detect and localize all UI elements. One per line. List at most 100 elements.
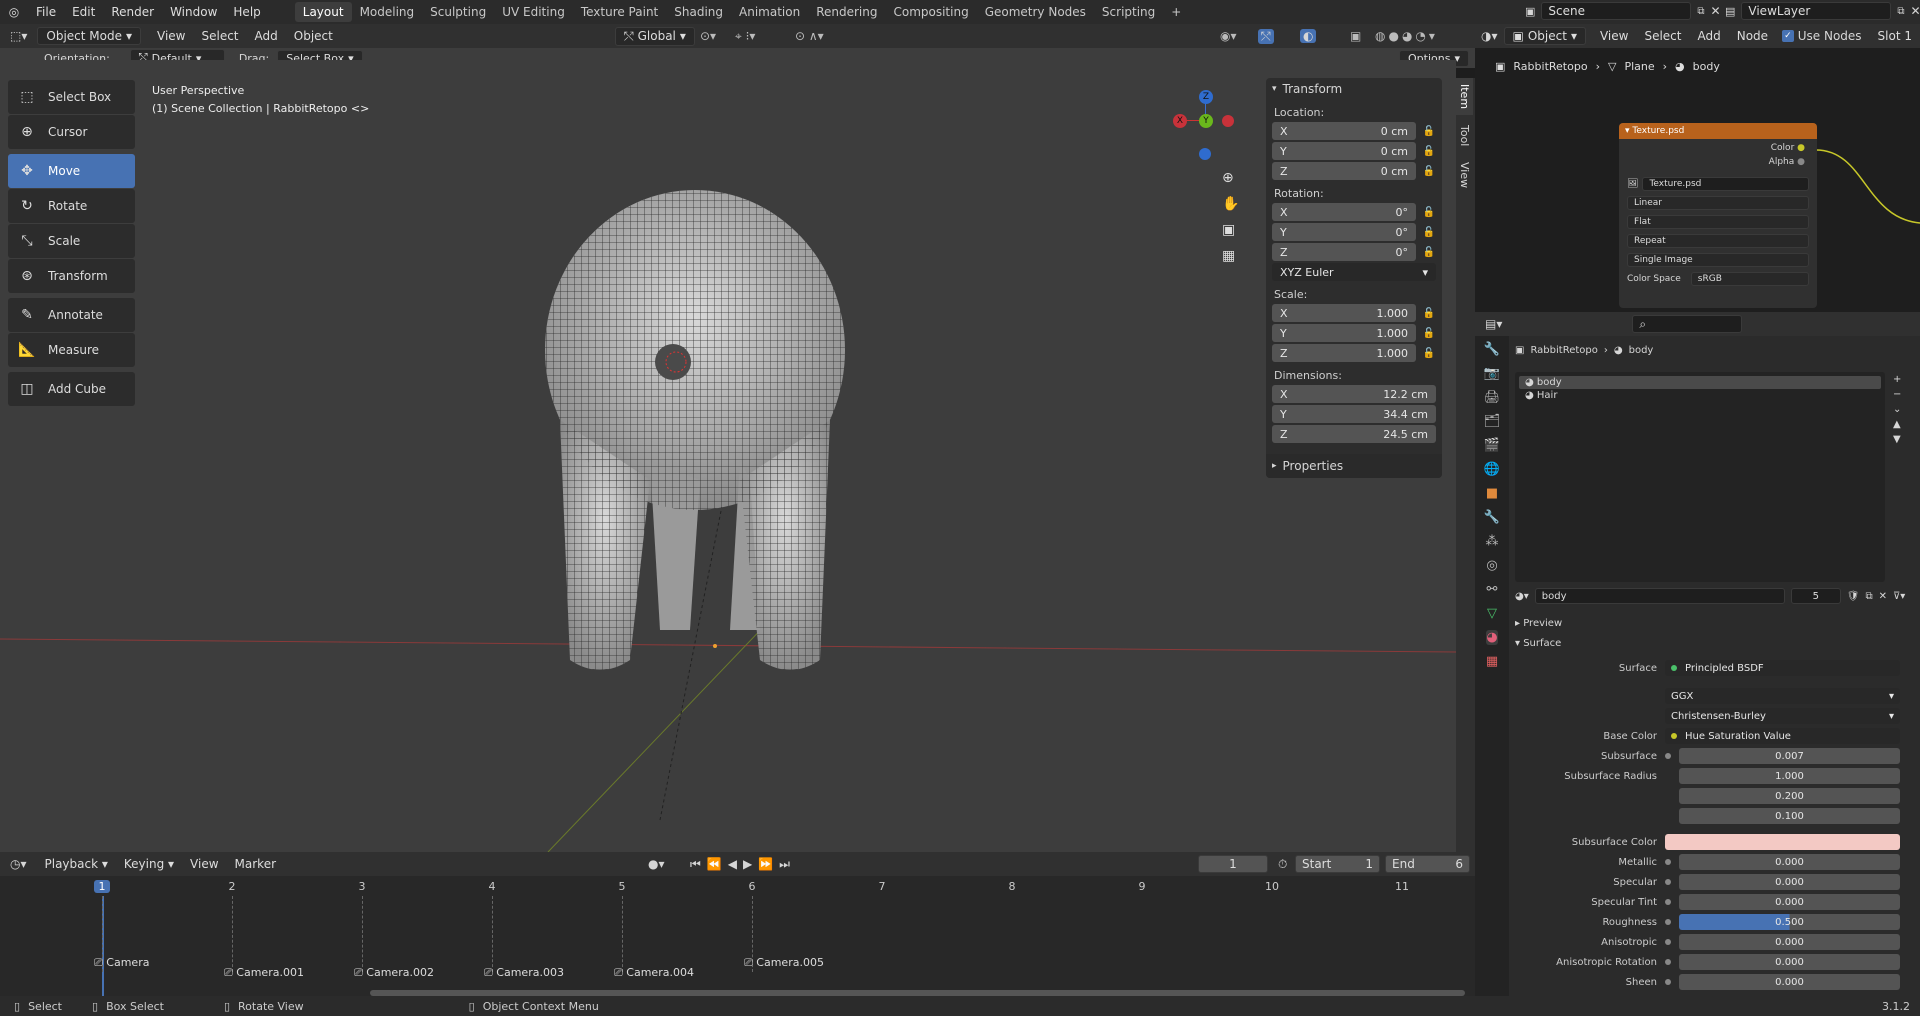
anisotropic-field[interactable]: 0.000 (1679, 934, 1900, 950)
socket-icon[interactable] (1665, 753, 1671, 759)
shader-type-dropdown[interactable]: ▣ Object ▾ (1503, 27, 1586, 45)
data-tab-icon[interactable]: ▽ (1487, 606, 1497, 621)
physics-tab-icon[interactable]: ◎ (1486, 558, 1497, 573)
socket-icon[interactable] (1665, 939, 1671, 945)
sheen-field[interactable]: 0.000 (1679, 974, 1900, 990)
scale-y-field[interactable]: Y 1.000 (1272, 324, 1416, 342)
copy-scene-icon[interactable]: ⧉ (1697, 6, 1704, 17)
remove-slot-icon[interactable]: − (1893, 389, 1901, 400)
remove-scene-icon[interactable]: ✕ (1711, 4, 1721, 18)
node-menu-node[interactable]: Node (1729, 27, 1776, 45)
menu-window[interactable]: Window (162, 5, 225, 19)
lock-icon[interactable]: 🔓 (1422, 207, 1436, 218)
material-tab-icon[interactable]: ◕ (1486, 630, 1498, 645)
camera-marker[interactable]: ⎚ Camera.001 (224, 966, 304, 980)
z-axis-icon[interactable]: Z (1199, 90, 1213, 104)
snap-icon[interactable]: ⌖ ⁝▾ (735, 29, 755, 44)
move-down-icon[interactable]: ▼ (1893, 434, 1901, 445)
image-texture-node[interactable]: ▾ Texture.psd Color ● Alpha ● 🖼 Texture.p… (1619, 123, 1817, 308)
view-layer-tab-icon[interactable]: 🗂 (1484, 414, 1501, 429)
menu-edit[interactable]: Edit (64, 5, 103, 19)
rotation-y-field[interactable]: Y 0° (1272, 223, 1416, 241)
tool-add-cube[interactable]: ◫ Add Cube (8, 372, 135, 406)
move-up-icon[interactable]: ▲ (1893, 419, 1901, 430)
slot-hair[interactable]: ◕ Hair (1519, 389, 1881, 402)
lock-icon[interactable]: 🔓 (1422, 227, 1436, 238)
menu-object[interactable]: Object (286, 27, 341, 45)
node-menu-add[interactable]: Add (1689, 27, 1728, 45)
rotation-x-field[interactable]: X 0° (1272, 203, 1416, 221)
lock-icon[interactable]: 🔓 (1422, 126, 1436, 137)
rotation-z-field[interactable]: Z 0° (1272, 243, 1416, 261)
lock-icon[interactable]: 🔓 (1422, 328, 1436, 339)
filter-icon[interactable]: ⊽▾ (1893, 591, 1905, 602)
ortho-grid-icon[interactable]: ▦ (1222, 248, 1239, 264)
menu-add[interactable]: Add (247, 27, 286, 45)
socket-icon[interactable] (1665, 919, 1671, 925)
socket-icon[interactable] (1665, 773, 1671, 779)
tab-rendering[interactable]: Rendering (808, 2, 885, 22)
source-dropdown[interactable]: Single Image (1627, 253, 1809, 267)
specular-field[interactable]: 0.000 (1679, 874, 1900, 890)
tab-uv-editing[interactable]: UV Editing (494, 2, 573, 22)
y-axis-icon[interactable]: Y (1199, 114, 1213, 128)
overlay-toggle-icon[interactable]: ◐ (1300, 29, 1317, 43)
proportional-icon[interactable]: ⊙ ∧▾ (795, 29, 824, 43)
blender-logo-icon[interactable]: ◎ (0, 5, 28, 19)
socket-icon[interactable] (1665, 899, 1671, 905)
particles-tab-icon[interactable]: ⁂ (1486, 534, 1499, 549)
roughness-slider[interactable]: 0.500 (1679, 914, 1900, 930)
neg-z-axis-icon[interactable] (1199, 148, 1211, 160)
tab-modeling[interactable]: Modeling (352, 2, 423, 22)
scene-field[interactable]: Scene (1541, 2, 1692, 20)
fake-user-icon[interactable]: 🛡 (1847, 591, 1860, 602)
dimensions-y-field[interactable]: Y 34.4 cm (1272, 405, 1436, 423)
properties-search[interactable]: ⌕ (1632, 315, 1743, 333)
constraints-tab-icon[interactable]: ⚯ (1487, 582, 1498, 597)
tool-select-box[interactable]: ⬚ Select Box (8, 80, 135, 114)
anisotropic-rotation-field[interactable]: 0.000 (1679, 954, 1900, 970)
stopwatch-icon[interactable]: ⏱ (1278, 857, 1287, 872)
slot-menu-icon[interactable]: ⌄ (1893, 404, 1901, 415)
specular-tint-field[interactable]: 0.000 (1679, 894, 1900, 910)
camera-marker[interactable]: ⎚ Camera (94, 956, 149, 970)
material-slot-list[interactable]: ◕ body ◕ Hair (1515, 372, 1885, 582)
lock-icon[interactable]: 🔓 (1422, 247, 1436, 258)
use-nodes-checkbox[interactable]: ✓ (1782, 30, 1794, 42)
material-users-count[interactable]: 5 (1790, 588, 1841, 604)
menu-view[interactable]: View (149, 27, 193, 45)
socket-icon[interactable] (1665, 979, 1671, 985)
start-frame-field[interactable]: Start 1 (1295, 855, 1380, 873)
menu-help[interactable]: Help (225, 5, 268, 19)
node-title[interactable]: ▾ Texture.psd (1619, 123, 1817, 139)
duplicate-material-icon[interactable]: ⧉ (1865, 591, 1872, 602)
view-layer-field[interactable]: ViewLayer (1741, 2, 1892, 20)
shading-modes-icon[interactable]: ◍●◕◔▾ (1375, 29, 1438, 43)
socket-icon[interactable] (1665, 813, 1671, 819)
pan-hand-icon[interactable]: ✋ (1222, 196, 1239, 212)
interpolation-dropdown[interactable]: Linear (1627, 196, 1809, 210)
socket-icon[interactable] (1665, 879, 1671, 885)
playback-controls-icon[interactable]: ⏮⏪◀▶⏩⏭ (690, 857, 796, 872)
tab-texture-paint[interactable]: Texture Paint (573, 2, 666, 22)
subsurface-color-swatch[interactable] (1665, 834, 1900, 850)
menu-keying[interactable]: Keying ▾ (116, 855, 182, 873)
tool-annotate[interactable]: ✎ Annotate (8, 298, 135, 332)
tab-compositing[interactable]: Compositing (885, 2, 976, 22)
transform-orientation-dropdown[interactable]: ⤲ Global ▾ (615, 26, 695, 46)
add-slot-icon[interactable]: + (1893, 374, 1901, 385)
lock-icon[interactable]: 🔓 (1422, 308, 1436, 319)
tool-transform[interactable]: ⊛ Transform (8, 259, 135, 293)
menu-timeline-view[interactable]: View (182, 855, 226, 873)
material-browse-icon[interactable]: ◕▾ (1515, 591, 1529, 602)
camera-marker[interactable]: ⎚ Camera.004 (614, 966, 694, 980)
view-layer-icon[interactable]: ▤ (1725, 5, 1735, 18)
slot-dropdown[interactable]: Slot 1 (1870, 27, 1920, 45)
base-color-field[interactable]: Hue Saturation Value (1665, 728, 1900, 744)
tab-shading[interactable]: Shading (666, 2, 731, 22)
menu-playback[interactable]: Playback ▾ (37, 855, 116, 873)
rotation-mode-dropdown[interactable]: XYZ Euler ▾ (1272, 263, 1436, 281)
scene-icon[interactable]: ▣ (1525, 5, 1535, 18)
slot-body[interactable]: ◕ body (1519, 376, 1881, 389)
node-editor[interactable]: ▣ RabbitRetopo › ▽ Plane › ◕ body ▾ Texture.p… (1475, 48, 1920, 312)
